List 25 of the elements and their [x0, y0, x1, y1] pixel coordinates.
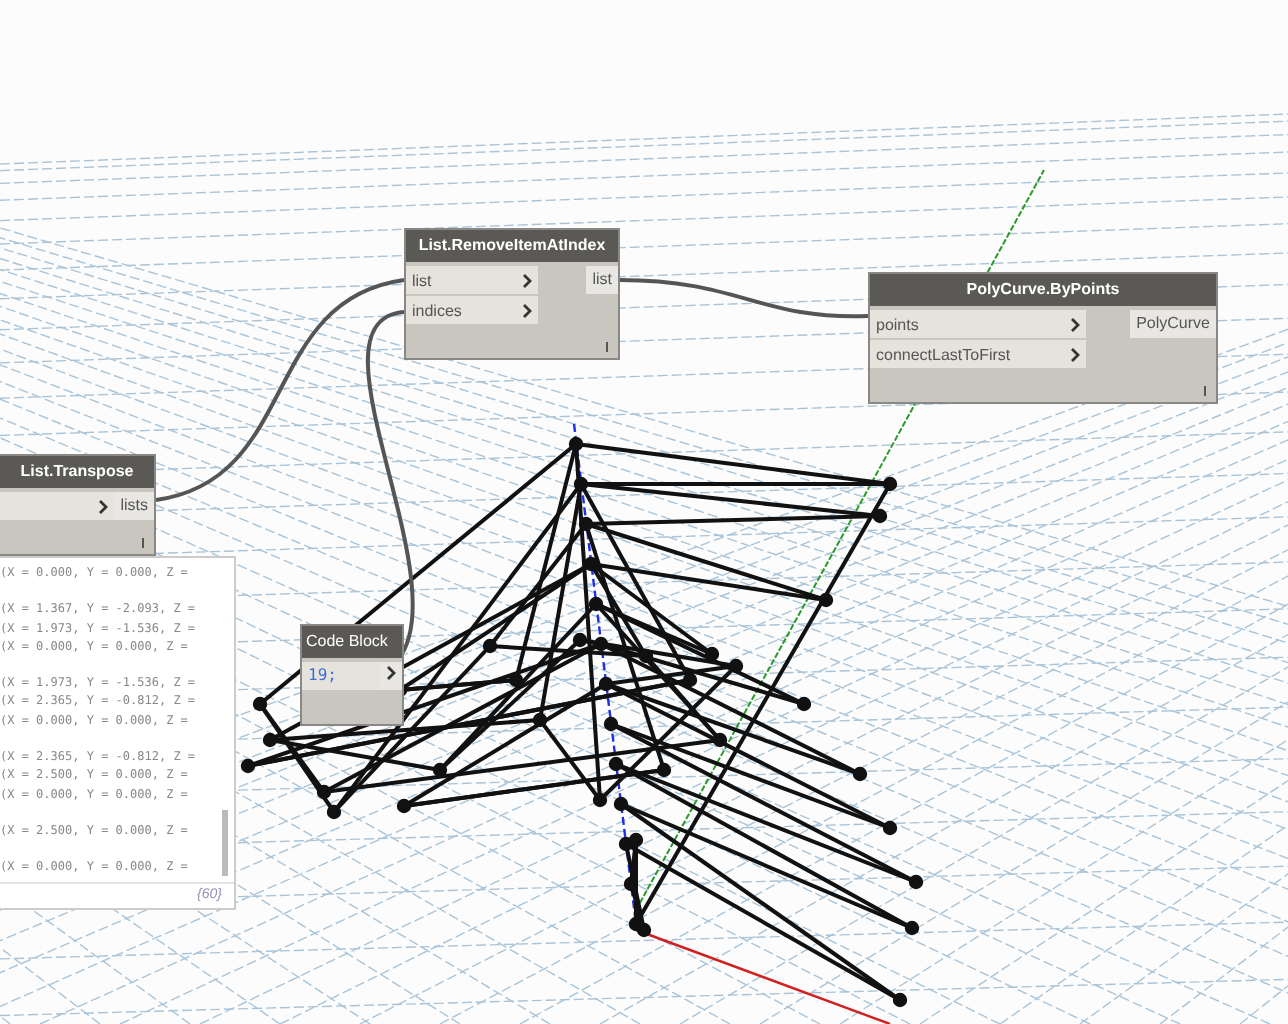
scrollbar-thumb[interactable] — [222, 810, 228, 876]
code-input-field[interactable]: 19; — [302, 662, 380, 690]
code-block-node[interactable]: Code Block 19; — [300, 624, 404, 726]
function-node[interactable]: PolyCurve.ByPoints points connectLastToFirst PolyCurve — [868, 272, 1218, 404]
node-title: PolyCurve.ByPoints — [870, 274, 1216, 306]
node-title: List.Transpose — [0, 456, 154, 488]
input-port[interactable]: indices — [406, 296, 538, 324]
chevron-icon — [522, 303, 532, 317]
node-title: Code Block — [302, 626, 402, 658]
input-port[interactable]: points — [870, 310, 1086, 338]
input-port[interactable]: connectLastToFirst — [870, 340, 1086, 368]
chevron-icon — [1070, 347, 1080, 361]
chevron-icon — [386, 666, 396, 680]
output-port[interactable]: list — [586, 266, 618, 294]
input-port[interactable] — [0, 492, 114, 520]
node-title: List.RemoveItemAtIndex — [406, 230, 618, 262]
function-node[interactable]: List.Transpose lists — [0, 454, 156, 556]
output-port[interactable] — [380, 662, 402, 690]
chevron-icon — [98, 499, 108, 513]
function-node[interactable]: List.RemoveItemAtIndex list indices list — [404, 228, 620, 360]
chevron-icon — [1070, 317, 1080, 331]
chevron-icon — [522, 273, 532, 287]
output-port[interactable]: PolyCurve — [1130, 310, 1216, 338]
input-port[interactable]: list — [406, 266, 538, 294]
output-port[interactable]: lists — [114, 492, 154, 520]
